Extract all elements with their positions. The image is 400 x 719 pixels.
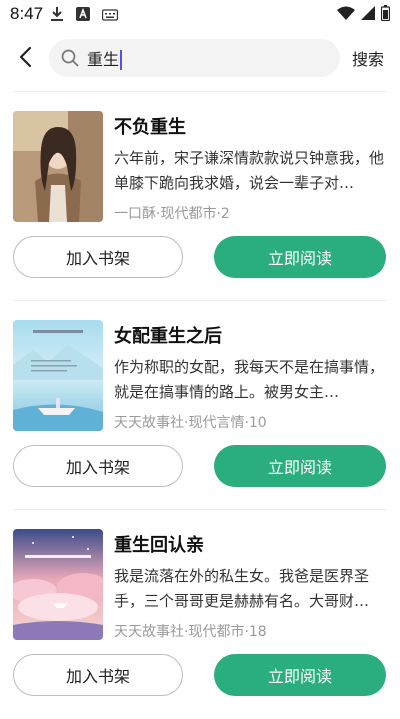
battery-icon (380, 5, 391, 26)
status-notification-icons (50, 6, 119, 27)
status-time: 8:47 (10, 4, 44, 23)
book-cover-image[interactable] (13, 320, 103, 431)
book-description: 六年前，宋子谦深情款款说只钟意我，他单膝下跪向我求婚，说会一辈子对… (114, 149, 384, 192)
download-icon (50, 6, 64, 27)
add-to-shelf-button[interactable]: 加入书架 (13, 445, 183, 487)
book-cover-image[interactable] (13, 529, 103, 640)
book-title[interactable]: 不负重生 (114, 113, 186, 139)
signal-icon (361, 6, 375, 25)
text-caret (120, 50, 123, 71)
add-to-shelf-button[interactable]: 加入书架 (13, 236, 183, 278)
chevron-left-icon (18, 46, 32, 72)
status-system-icons (337, 5, 391, 26)
search-query-text: 重生 (87, 49, 120, 69)
read-now-button[interactable]: 立即阅读 (214, 654, 386, 696)
book-description: 我是流落在外的私生女。我爸是医界圣手，三个哥哥更是赫赫有名。大哥财… (114, 567, 370, 610)
book-result-card[interactable]: 女配重生之后 作为称职的女配，我每天不是在搞事情，就是在搞事情的路上。被男女主…… (0, 300, 400, 510)
book-meta: 天天故事社·现代言情·10 (114, 415, 267, 431)
a-box-icon (76, 7, 90, 26)
search-query: 重生 (87, 46, 123, 71)
book-title[interactable]: 重生回认亲 (114, 531, 204, 557)
wifi-icon (337, 6, 355, 25)
book-meta: 天天故事社·现代都市·18 (114, 624, 267, 640)
book-title[interactable]: 女配重生之后 (114, 322, 222, 348)
book-meta: 一口酥·现代都市·2 (114, 206, 230, 222)
book-description: 作为称职的女配，我每天不是在搞事情，就是在搞事情的路上。被男女主… (114, 358, 384, 401)
add-to-shelf-button[interactable]: 加入书架 (13, 654, 183, 696)
search-button[interactable]: 搜索 (352, 46, 384, 70)
read-now-button[interactable]: 立即阅读 (214, 445, 386, 487)
search-input[interactable]: 重生 (49, 39, 340, 77)
keyboard-icon (101, 8, 119, 26)
book-result-card[interactable]: 不负重生 六年前，宋子谦深情款款说只钟意我，他单膝下跪向我求婚，说会一辈子对… … (0, 91, 400, 301)
search-icon (61, 49, 79, 67)
status-bar: 8:47 (0, 0, 400, 28)
book-result-card[interactable]: 重生回认亲 我是流落在外的私生女。我爸是医界圣手，三个哥哥更是赫赫有名。大哥财…… (0, 509, 400, 719)
back-button[interactable] (10, 44, 40, 74)
search-header: 重生 搜索 (0, 36, 400, 80)
book-cover-image[interactable] (13, 111, 103, 222)
read-now-button[interactable]: 立即阅读 (214, 236, 386, 278)
